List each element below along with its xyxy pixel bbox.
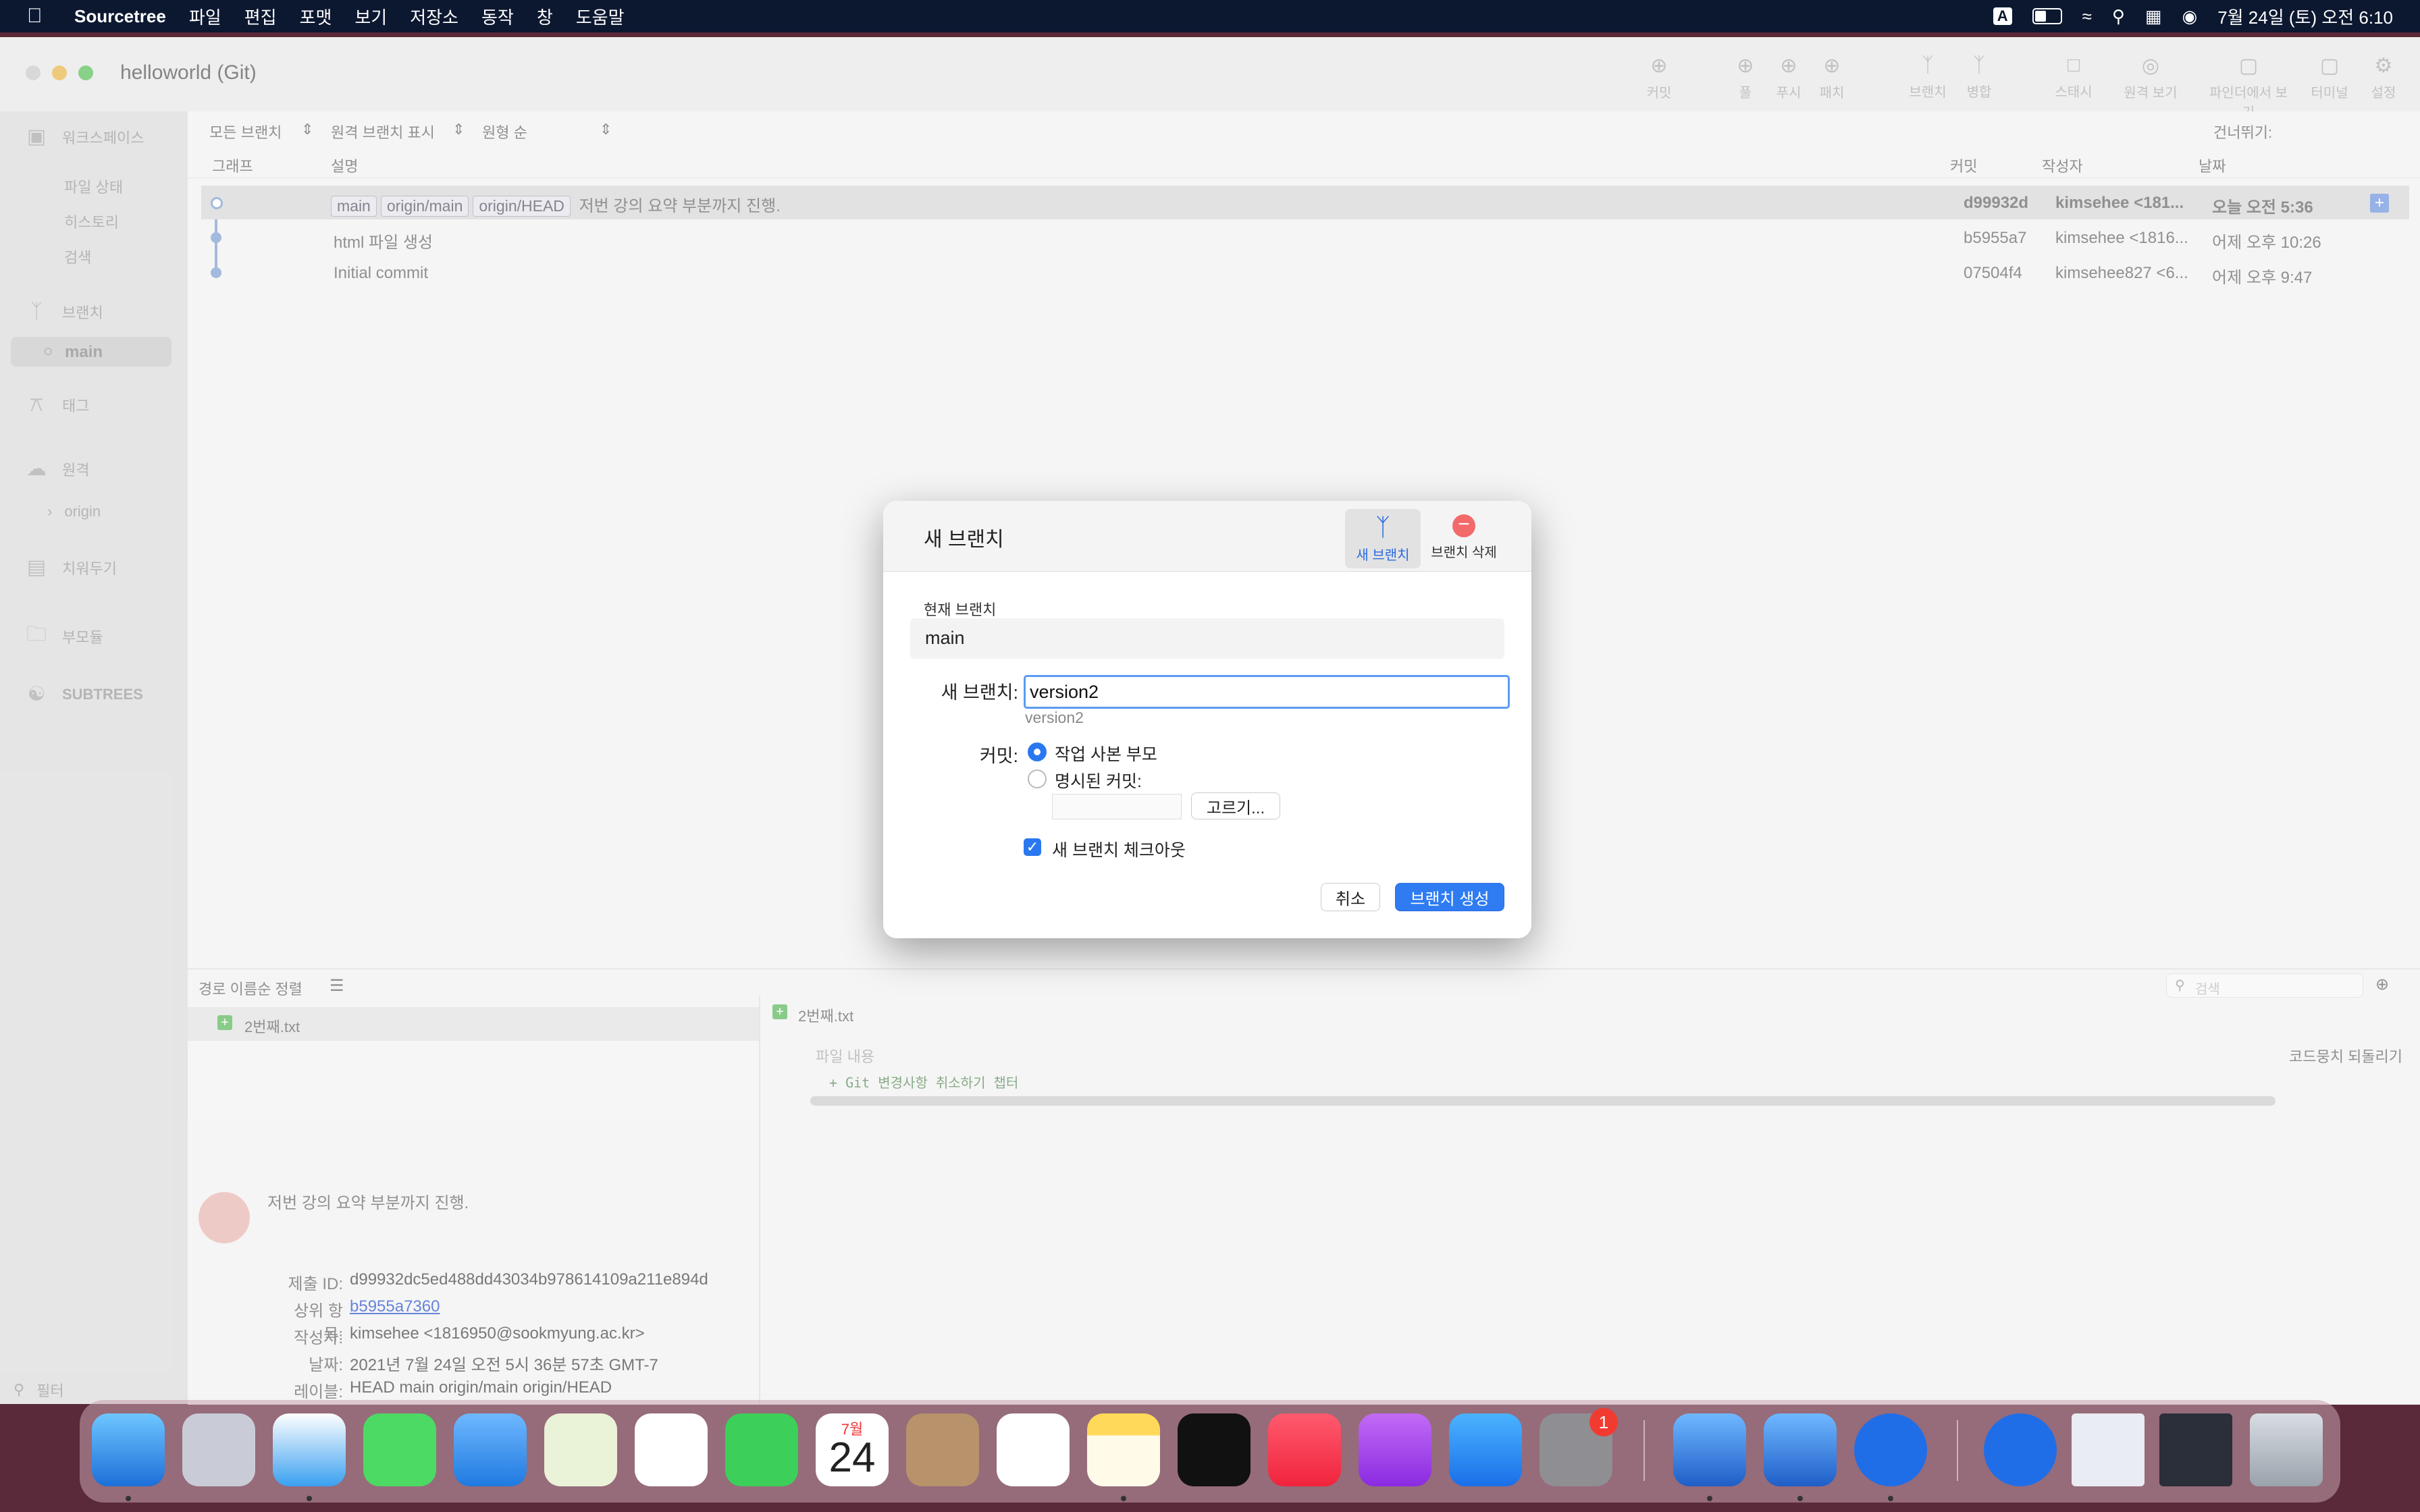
tab-new-branch[interactable]: ᛉ 새 브랜치 bbox=[1345, 509, 1421, 568]
specified-commit-radio[interactable] bbox=[1028, 770, 1047, 788]
safari-icon[interactable] bbox=[273, 1413, 346, 1486]
spotlight-search-icon[interactable]: ⚲ bbox=[2112, 6, 2125, 27]
menu-view[interactable]: 보기 bbox=[354, 4, 387, 29]
current-branch-value: main bbox=[925, 628, 965, 648]
photos-icon[interactable] bbox=[635, 1413, 708, 1486]
working-copy-parent-radio[interactable] bbox=[1028, 742, 1047, 761]
menubar-clock[interactable]: 7월 24일 (토) 오전 6:10 bbox=[2217, 4, 2393, 29]
current-branch-field: main bbox=[910, 618, 1504, 659]
running-indicator bbox=[307, 1496, 312, 1501]
notes-icon[interactable] bbox=[1087, 1413, 1160, 1486]
calendar-icon[interactable]: 7월 24 bbox=[816, 1413, 889, 1486]
reminders-icon[interactable] bbox=[997, 1413, 1070, 1486]
facetime-icon[interactable] bbox=[725, 1413, 798, 1486]
system-preferences-icon[interactable]: 1 bbox=[1540, 1408, 1618, 1486]
choose-commit-button[interactable]: 고르기... bbox=[1191, 792, 1280, 819]
menu-actions[interactable]: 동작 bbox=[481, 4, 514, 29]
menu-repository[interactable]: 저장소 bbox=[410, 4, 458, 29]
trash-icon[interactable] bbox=[2250, 1413, 2323, 1486]
battery-icon[interactable] bbox=[2032, 8, 2062, 24]
current-branch-label: 현재 브랜치 bbox=[924, 601, 997, 618]
cancel-button[interactable]: 취소 bbox=[1321, 883, 1380, 911]
siri-icon[interactable]: ◉ bbox=[2182, 6, 2198, 27]
menu-app-name[interactable]: Sourcetree bbox=[74, 6, 166, 27]
new-branch-dialog: 새 브랜치 ᛉ 새 브랜치 − 브랜치 삭제 현재 브랜치 main 새 브랜치… bbox=[883, 501, 1531, 938]
menu-window[interactable]: 창 bbox=[537, 4, 553, 29]
dock-separator bbox=[1643, 1420, 1645, 1481]
running-indicator bbox=[1707, 1496, 1712, 1501]
menu-format[interactable]: 포맷 bbox=[300, 4, 332, 29]
menu-help[interactable]: 도움말 bbox=[576, 4, 625, 29]
sourcetree-icon[interactable] bbox=[1854, 1413, 1927, 1486]
safari-window-thumbnail[interactable] bbox=[2072, 1413, 2145, 1486]
contacts-icon[interactable] bbox=[906, 1413, 979, 1486]
running-indicator bbox=[1797, 1496, 1803, 1501]
finder-icon[interactable] bbox=[92, 1413, 165, 1486]
podcasts-icon[interactable] bbox=[1359, 1413, 1431, 1486]
xcode-icon[interactable] bbox=[1673, 1413, 1746, 1486]
branch-name-preview: version2 bbox=[1025, 709, 1084, 726]
menu-file[interactable]: 파일 bbox=[189, 4, 221, 29]
xcode-beta-icon[interactable] bbox=[1764, 1413, 1837, 1486]
dock-separator bbox=[1957, 1420, 1958, 1481]
create-branch-button[interactable]: 브랜치 생성 bbox=[1395, 883, 1504, 911]
wifi-icon[interactable]: ≈ bbox=[2082, 6, 2092, 27]
minus-circle-icon: − bbox=[1452, 514, 1475, 537]
dialog-title: 새 브랜치 bbox=[924, 529, 1004, 551]
running-indicator bbox=[1121, 1496, 1126, 1501]
new-branch-name-input[interactable] bbox=[1024, 675, 1510, 709]
maps-icon[interactable] bbox=[544, 1413, 617, 1486]
messages-icon[interactable] bbox=[363, 1413, 436, 1486]
dialog-header: 새 브랜치 ᛉ 새 브랜치 − 브랜치 삭제 bbox=[883, 501, 1531, 572]
running-indicator bbox=[1888, 1496, 1893, 1501]
xcode-window-thumbnail[interactable] bbox=[2159, 1413, 2232, 1486]
branch-icon: ᛉ bbox=[1375, 513, 1390, 541]
mail-icon[interactable] bbox=[454, 1413, 527, 1486]
apple-menu-icon[interactable]:  bbox=[27, 5, 54, 28]
music-icon[interactable] bbox=[1268, 1413, 1341, 1486]
calendar-day: 24 bbox=[828, 1434, 876, 1481]
menu-bar:  Sourcetree 파일 편집 포맷 보기 저장소 동작 창 도움말 A … bbox=[0, 0, 2420, 32]
apple-tv-icon[interactable] bbox=[1178, 1413, 1251, 1486]
dock: 7월 24 1 bbox=[80, 1400, 2340, 1503]
working-copy-parent-label: 작업 사본 부모 bbox=[1055, 745, 1157, 764]
checkout-checkbox[interactable]: ✓ bbox=[1024, 838, 1041, 856]
control-center-icon[interactable]: ▦ bbox=[2145, 6, 2162, 27]
status-area: A ≈ ⚲ ▦ ◉ 7월 24일 (토) 오전 6:10 bbox=[1993, 0, 2393, 32]
input-source-icon[interactable]: A bbox=[1993, 7, 2012, 25]
running-indicator bbox=[126, 1496, 131, 1501]
new-branch-label: 새 브랜치: bbox=[941, 682, 1018, 703]
tab-delete-branch[interactable]: − 브랜치 삭제 bbox=[1426, 509, 1502, 568]
specified-commit-field[interactable] bbox=[1052, 794, 1182, 819]
menu-edit[interactable]: 편집 bbox=[244, 4, 277, 29]
specified-commit-label: 명시된 커밋: bbox=[1055, 772, 1142, 791]
notification-badge: 1 bbox=[1589, 1408, 1618, 1436]
launchpad-icon[interactable] bbox=[182, 1413, 255, 1486]
checkout-label: 새 브랜치 체크아웃 bbox=[1052, 841, 1186, 860]
sourcetree-window-icon[interactable] bbox=[1984, 1413, 2057, 1486]
commit-label: 커밋: bbox=[979, 746, 1018, 766]
app-store-icon[interactable] bbox=[1449, 1413, 1522, 1486]
